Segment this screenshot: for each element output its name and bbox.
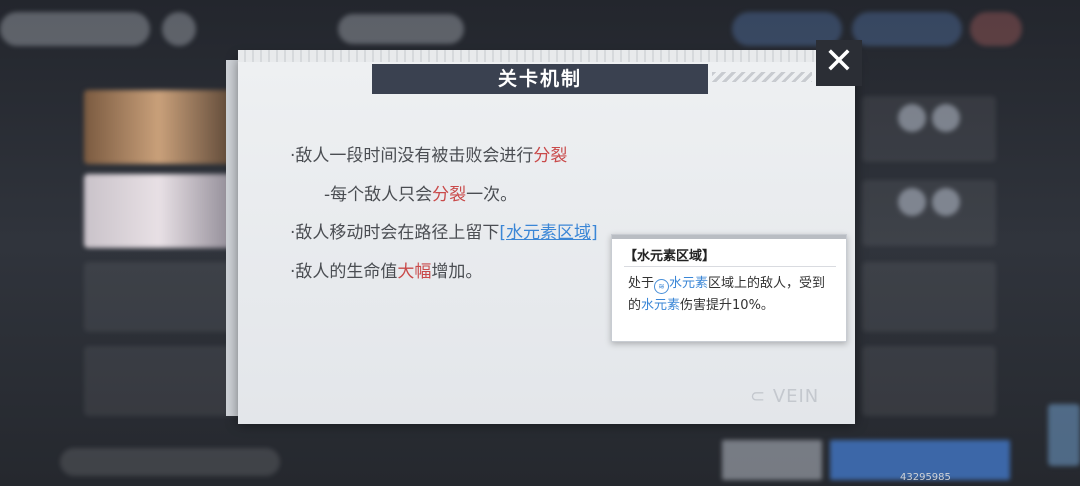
mechanic-line-3: ·敌人移动时会在路径上留下[水元素区域]	[290, 218, 598, 243]
top-right-button-3-bg	[970, 12, 1022, 46]
team-card-1-bg	[84, 90, 234, 164]
water-element-icon: ≋	[654, 279, 670, 294]
top-right-button-2-bg	[852, 12, 962, 46]
mechanic-text: ·敌人的生命值	[290, 262, 398, 282]
vein-watermark: ⊂ VEIN	[750, 386, 820, 407]
tooltip-top-bar	[612, 235, 846, 239]
mechanic-line-4: ·敌人的生命值大幅增加。	[290, 257, 482, 282]
mechanic-text: ·敌人移动时会在路径上留下	[290, 223, 500, 243]
bg-icon-3	[898, 188, 926, 216]
mechanic-highlight: 分裂	[533, 146, 568, 166]
team-card-2-bg	[84, 174, 234, 248]
mechanic-text: 增加。	[431, 262, 483, 282]
bottom-left-bar-bg	[60, 448, 280, 476]
mechanic-text: ·敌人一段时间没有被击败会进行	[290, 146, 534, 166]
water-zone-link[interactable]: [水元素区域]	[499, 223, 597, 243]
mechanic-text: 一次。	[466, 185, 518, 205]
mechanic-text: -每个敌人只会	[324, 185, 433, 205]
bg-icon-2	[932, 104, 960, 132]
tooltip-divider	[624, 266, 836, 267]
panel-torn-edge	[238, 50, 816, 62]
close-button[interactable]: ✕	[816, 40, 862, 86]
help-button-bg	[162, 12, 196, 46]
tooltip-body: 处于 ≋ 水元素区域上的敌人，受到的水元素伤害提升10%。	[628, 276, 826, 313]
player-id: 43295985	[900, 472, 951, 483]
mechanic-line-2: -每个敌人只会分裂一次。	[324, 180, 517, 205]
bg-icon-1	[898, 104, 926, 132]
mechanic-highlight: 大幅	[397, 262, 432, 282]
side-tab-bg	[1048, 404, 1080, 466]
panel-title: 关卡机制	[372, 64, 708, 94]
close-icon: ✕	[823, 41, 855, 82]
bottom-button-1-bg	[722, 440, 822, 480]
bg-icon-4	[932, 188, 960, 216]
mechanic-highlight: 分裂	[432, 185, 467, 205]
tooltip-title: 【水元素区域】	[624, 249, 716, 264]
right-slot-1-bg	[862, 96, 996, 162]
title-stripe-decoration	[712, 72, 812, 82]
right-slot-2-bg	[862, 180, 996, 246]
stage-tab-bg	[338, 14, 464, 44]
right-slot-4-bg	[862, 346, 996, 416]
back-button-bg	[0, 12, 150, 46]
mechanic-line-1: ·敌人一段时间没有被击败会进行分裂	[290, 141, 567, 166]
water-zone-tooltip: 【水元素区域】 处于 ≋ 水元素区域上的敌人，受到的水元素伤害提升10%。	[611, 234, 847, 342]
right-slot-3-bg	[862, 262, 996, 332]
